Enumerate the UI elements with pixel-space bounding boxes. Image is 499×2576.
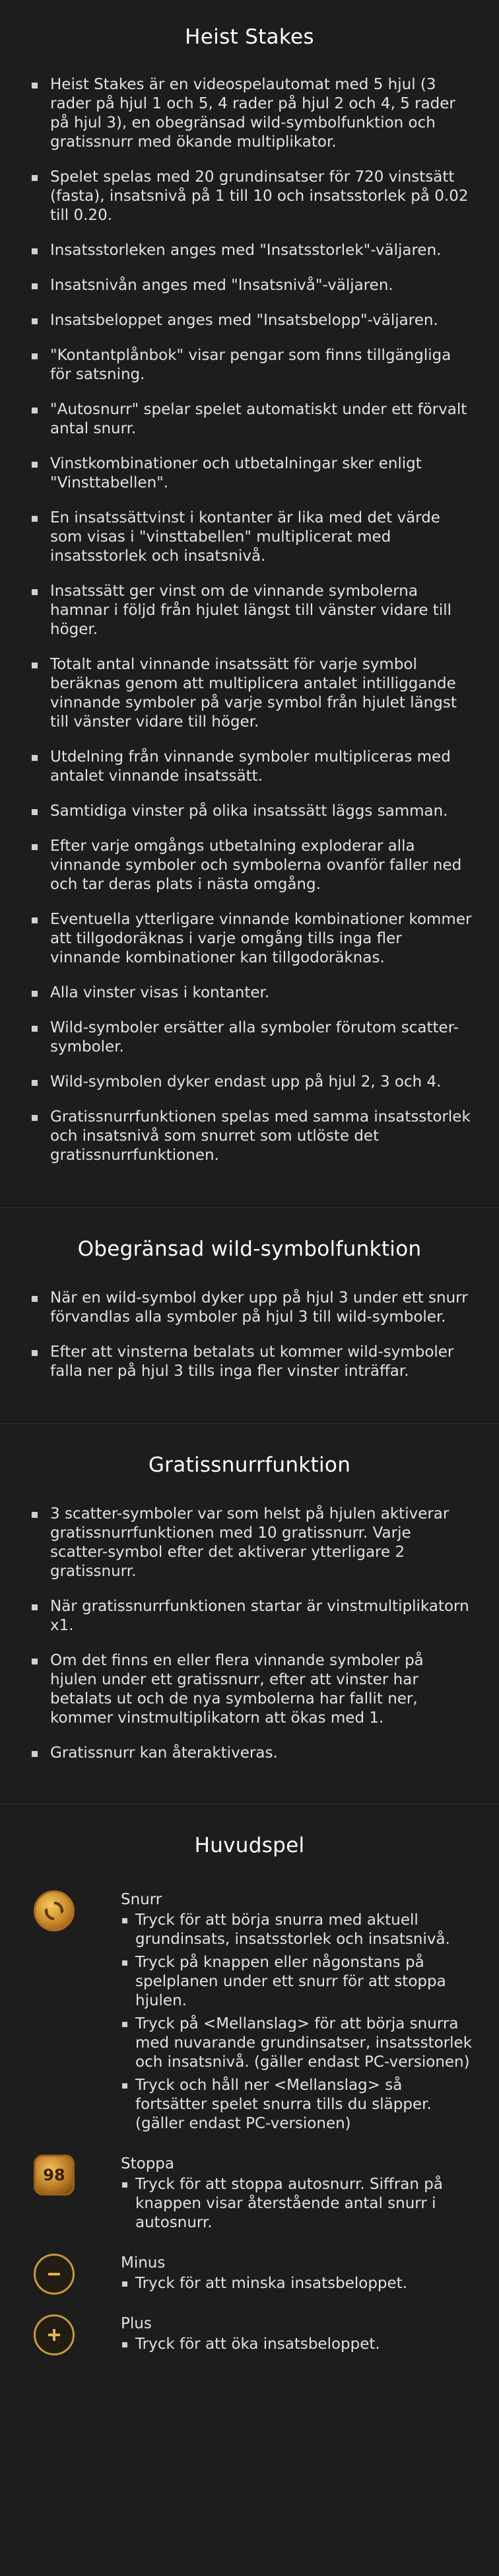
minus-desc-item: Tryck för att minska insatsbeloppet. xyxy=(121,2274,473,2293)
rules-title: Heist Stakes xyxy=(185,25,314,49)
rule-item: Insatsstorleken anges med "Insatsstorlek… xyxy=(0,241,499,260)
free-spins-title: Gratissnurrfunktion xyxy=(148,1453,351,1477)
plus-title: Plus xyxy=(121,2315,152,2332)
rules-section: Heist Stakes Heist Stakes är en videospe… xyxy=(0,0,499,1208)
minus-icon xyxy=(34,2254,75,2295)
free-spin-rule-item: När gratissnurrfunktionen startar är vin… xyxy=(0,1597,499,1635)
rule-item: Wild-symbolen dyker endast upp på hjul 2… xyxy=(0,1073,499,1092)
rule-item: En insatssättvinst i kontanter är lika m… xyxy=(0,509,499,566)
rule-item: Alla vinster visas i kontanter. xyxy=(0,984,499,1003)
rule-item: Gratissnurrfunktionen spelas med samma i… xyxy=(0,1108,499,1165)
spin-desc-item: Tryck på knappen eller någonstans på spe… xyxy=(121,1953,473,2011)
rule-item: "Autosnurr" spelar spelet automatiskt un… xyxy=(0,400,499,439)
plus-control: Plus Tryck för att öka insatsbeloppet. xyxy=(0,2314,499,2358)
spin-control: Snurr Tryck för att börja snurra med akt… xyxy=(0,1890,499,2137)
spin-icon xyxy=(34,1890,75,1931)
spin-desc-item: Tryck för att börja snurra med aktuell g… xyxy=(121,1911,473,1949)
spin-desc-item: Tryck och håll ner <Mellanslag> så forts… xyxy=(121,2076,473,2133)
spin-desc-item: Tryck på <Mellanslag> för att börja snur… xyxy=(121,2015,473,2072)
wild-feature-title: Obegränsad wild-symbolfunktion xyxy=(77,1237,422,1261)
rule-item: Eventuella ytterligare vinnande kombinat… xyxy=(0,910,499,968)
paytable-page: Heist Stakes Heist Stakes är en videospe… xyxy=(0,0,499,2358)
free-spins-section: Gratissnurrfunktion 3 scatter-symboler v… xyxy=(0,1424,499,1805)
main-game-title: Huvudspel xyxy=(194,1834,305,1857)
autospin-count: 98 xyxy=(43,2166,65,2184)
free-spin-rule-item: Om det finns en eller flera vinnande sym… xyxy=(0,1651,499,1728)
free-spin-rule-item: 3 scatter-symboler var som helst på hjul… xyxy=(0,1505,499,1581)
rules-list: Heist Stakes är en videospelautomat med … xyxy=(0,75,499,1165)
rule-item: Efter varje omgångs utbetalning exploder… xyxy=(0,837,499,894)
rule-item: Insatsnivån anges med "Insatsnivå"-välja… xyxy=(0,276,499,295)
rule-item: Vinstkombinationer och utbetalningar ske… xyxy=(0,454,499,493)
rule-item: Utdelning från vinnande symboler multipl… xyxy=(0,748,499,786)
autospin-stop-icon: 98 xyxy=(34,2155,75,2196)
free-spin-rule-item: Gratissnurr kan återaktiveras. xyxy=(0,1744,499,1763)
minus-title: Minus xyxy=(121,2254,166,2272)
minus-control: Minus Tryck för att minska insatsbeloppe… xyxy=(0,2254,499,2297)
rule-item: Wild-symboler ersätter alla symboler för… xyxy=(0,1019,499,1057)
wild-rule-item: Efter att vinsterna betalats ut kommer w… xyxy=(0,1343,499,1381)
spin-title: Snurr xyxy=(121,1891,162,1908)
wild-feature-list: När en wild-symbol dyker upp på hjul 3 u… xyxy=(0,1289,499,1381)
main-game-section: Huvudspel Snurr Tryck för att börja snur… xyxy=(0,1805,499,2358)
rule-item: Totalt antal vinnande insatssätt för var… xyxy=(0,655,499,732)
rule-item: "Kontantplånbok" visar pengar som finns … xyxy=(0,346,499,384)
rule-item: Samtidiga vinster på olika insatssätt lä… xyxy=(0,802,499,821)
spin-arrows-icon xyxy=(44,1902,64,1920)
plus-icon xyxy=(34,2314,75,2355)
stop-desc-item: Tryck för att stoppa autosnurr. Siffran … xyxy=(121,2175,473,2233)
plus-desc-item: Tryck för att öka insatsbeloppet. xyxy=(121,2335,473,2354)
stop-control: 98 Stoppa Tryck för att stoppa autosnurr… xyxy=(0,2155,499,2236)
free-spins-list: 3 scatter-symboler var som helst på hjul… xyxy=(0,1505,499,1763)
wild-rule-item: När en wild-symbol dyker upp på hjul 3 u… xyxy=(0,1289,499,1327)
rule-item: Insatssätt ger vinst om de vinnande symb… xyxy=(0,582,499,639)
rule-item: Insatsbeloppet anges med "Insatsbelopp"-… xyxy=(0,311,499,330)
rule-item: Heist Stakes är en videospelautomat med … xyxy=(0,75,499,152)
wild-feature-section: Obegränsad wild-symbolfunktion När en wi… xyxy=(0,1208,499,1424)
rule-item: Spelet spelas med 20 grundinsatser för 7… xyxy=(0,168,499,225)
minus-glyph xyxy=(48,2273,60,2275)
stop-title: Stoppa xyxy=(121,2155,174,2172)
plus-glyph xyxy=(48,2329,60,2341)
